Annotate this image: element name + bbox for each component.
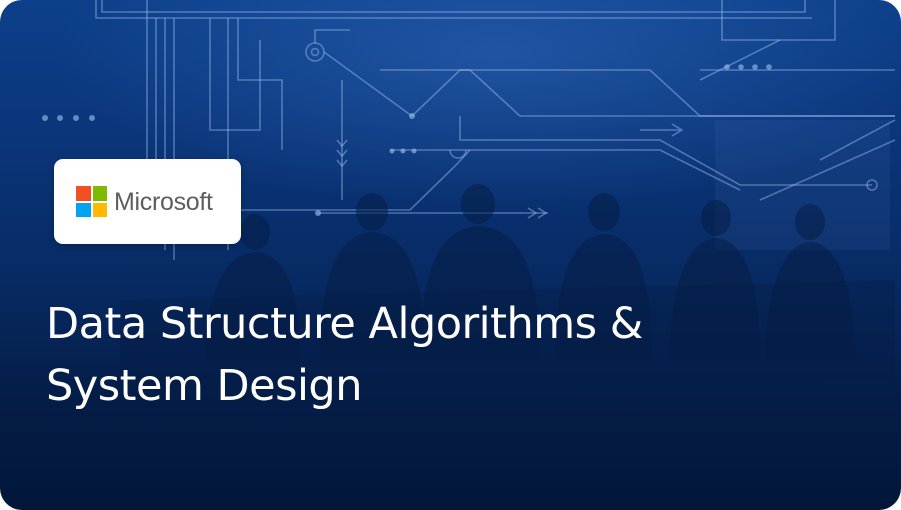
logo-square-blue [76,202,91,217]
logo-square-yellow [92,202,107,217]
logo-square-red [76,186,91,201]
microsoft-windows-icon [76,186,107,217]
course-title-line-1: Data Structure Algorithms & [46,299,643,349]
meeting-silhouettes [120,184,895,390]
brand-name: Microsoft [114,188,213,216]
course-title-line-2: System Design [46,361,362,411]
microsoft-logo-card: Microsoft [54,159,241,244]
course-card[interactable]: Microsoft Data Structure Algorithms & Sy… [0,0,901,510]
logo-square-green [92,186,107,201]
course-title: Data Structure Algorithms & System Desig… [46,293,846,417]
